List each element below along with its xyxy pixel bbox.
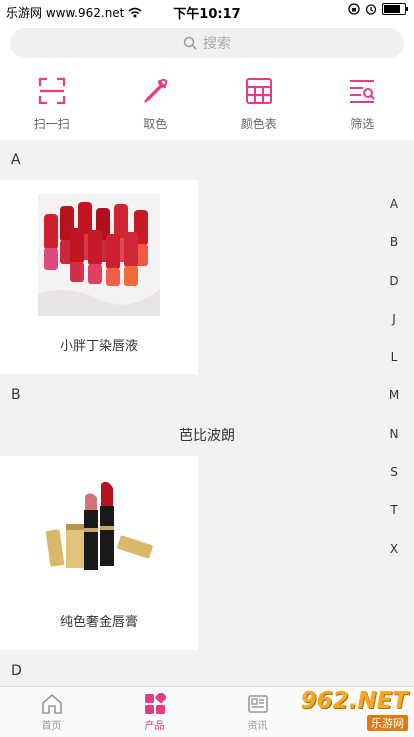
header: 搜索 扫一扫 取色 <box>0 22 414 140</box>
scan-icon <box>37 76 67 106</box>
search-icon <box>183 36 197 50</box>
home-icon <box>41 693 63 715</box>
tab-home[interactable]: 首页 <box>0 687 103 737</box>
alarm-icon <box>365 3 377 15</box>
pick-color-button[interactable]: 取色 <box>104 72 208 132</box>
product-name: 小胖丁染唇液 <box>0 335 198 354</box>
section-header-b: B <box>0 376 414 414</box>
brand-header: 芭比波朗 <box>0 416 414 454</box>
watermark-logo: 962.NET 乐游网 <box>296 688 408 732</box>
tab-label: 首页 <box>42 717 62 732</box>
index-letter[interactable]: M <box>389 376 399 414</box>
index-letter[interactable]: S <box>390 453 398 491</box>
filter-button[interactable]: 筛选 <box>311 72 414 132</box>
index-letter[interactable]: N <box>390 415 399 453</box>
orientation-lock-icon <box>348 3 360 15</box>
watermark-subtext: 乐游网 <box>367 715 408 731</box>
eyedropper-icon <box>140 76 170 106</box>
index-letter[interactable]: D <box>389 262 398 300</box>
tab-label: 产品 <box>145 717 165 732</box>
watermark-text: 962.NET <box>301 689 408 713</box>
battery-icon <box>382 3 406 15</box>
lip-tint-image <box>38 194 160 316</box>
color-table-button[interactable]: 颜色表 <box>207 72 311 132</box>
search-input[interactable]: 搜索 <box>10 28 404 58</box>
product-name: 纯色奢金唇膏 <box>0 611 198 630</box>
tab-label: 资讯 <box>248 717 268 732</box>
news-icon <box>247 693 269 715</box>
index-letter[interactable]: L <box>391 338 398 376</box>
search-placeholder: 搜索 <box>203 33 231 53</box>
color-table-icon <box>244 76 274 106</box>
tab-products[interactable]: 产品 <box>103 687 206 737</box>
filter-label: 筛选 <box>350 115 374 132</box>
section-header-a: A <box>0 141 414 179</box>
tool-row: 扫一扫 取色 颜色表 <box>0 72 414 132</box>
brand-name: 芭比波朗 <box>179 425 235 445</box>
status-right <box>348 3 406 15</box>
product-card[interactable]: 纯色奢金唇膏 <box>0 456 198 650</box>
status-bar: 乐游网 www.962.net 下午10:17 <box>0 0 414 22</box>
lipstick-image <box>38 470 160 592</box>
index-letter[interactable]: T <box>390 491 397 529</box>
section-letter: A <box>11 152 21 168</box>
product-card[interactable]: 小胖丁染唇液 <box>0 180 198 374</box>
tab-news[interactable]: 资讯 <box>206 687 309 737</box>
index-letter[interactable]: B <box>390 223 398 261</box>
products-icon <box>144 693 166 715</box>
index-letter[interactable]: X <box>390 530 398 568</box>
section-letter: B <box>11 387 21 403</box>
index-letter[interactable]: J <box>392 300 396 338</box>
filter-list-icon <box>347 76 377 106</box>
section-header-d: D <box>0 656 414 686</box>
index-letter[interactable]: A <box>390 185 398 223</box>
section-letter: D <box>11 663 22 679</box>
alphabet-index-bar[interactable]: A B D J L M N S T X <box>382 185 406 568</box>
scan-button[interactable]: 扫一扫 <box>0 72 104 132</box>
scan-label: 扫一扫 <box>34 115 70 132</box>
pick-color-label: 取色 <box>143 115 167 132</box>
color-table-label: 颜色表 <box>241 115 277 132</box>
